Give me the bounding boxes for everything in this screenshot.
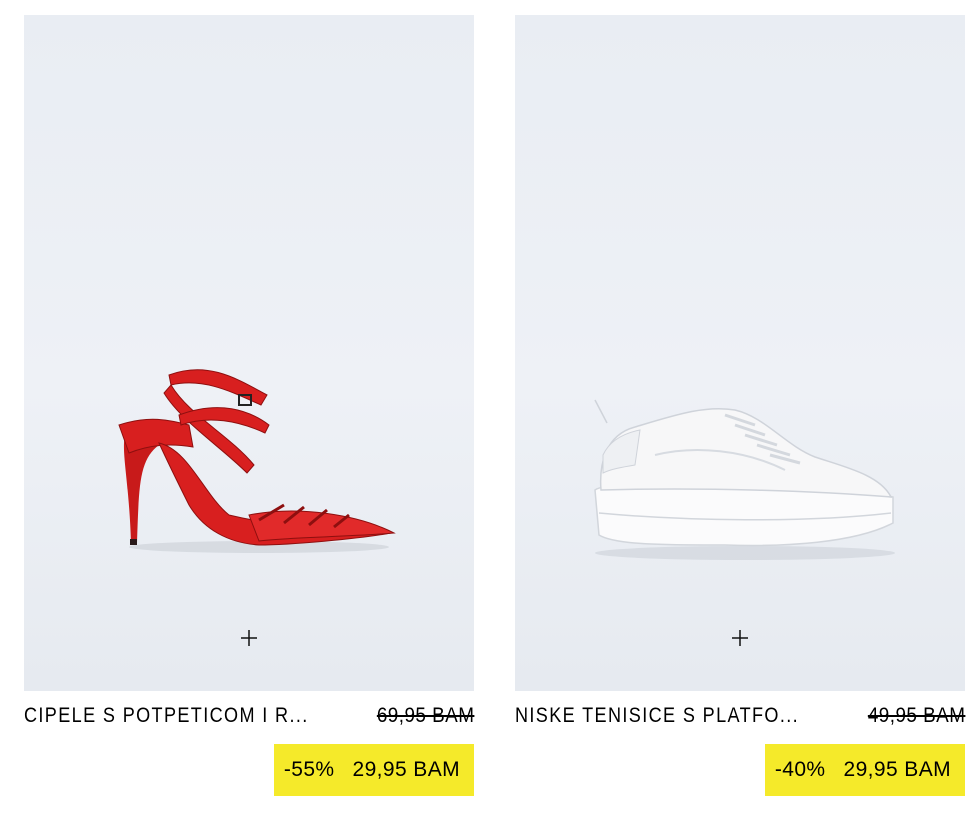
discount-percent: -40% bbox=[774, 758, 826, 781]
add-to-cart-button[interactable] bbox=[728, 626, 752, 650]
sale-price-badge: -55% 29,95 BAM bbox=[273, 744, 474, 796]
product-grid: CIPELE S POTPETICOM I R... 69,95 BAM -55… bbox=[0, 0, 976, 816]
plus-icon bbox=[241, 630, 257, 646]
product-name[interactable]: CIPELE S POTPETICOM I R... bbox=[24, 704, 309, 728]
add-to-cart-button[interactable] bbox=[237, 626, 261, 650]
product-image[interactable] bbox=[515, 15, 965, 691]
product-name[interactable]: NISKE TENISICE S PLATFO... bbox=[515, 704, 799, 728]
product-card[interactable]: NISKE TENISICE S PLATFO... 49,95 BAM -40… bbox=[515, 15, 965, 796]
original-price: 49,95 BAM bbox=[867, 704, 965, 727]
product-info: NISKE TENISICE S PLATFO... 49,95 BAM bbox=[515, 704, 965, 730]
sale-price: 29,95 BAM bbox=[352, 758, 460, 781]
white-sneaker-image bbox=[594, 399, 895, 560]
discount-percent: -55% bbox=[283, 758, 335, 781]
product-info: CIPELE S POTPETICOM I R... 69,95 BAM bbox=[24, 704, 474, 730]
sale-price-badge: -40% 29,95 BAM bbox=[764, 744, 965, 796]
product-image[interactable] bbox=[24, 15, 474, 691]
red-heel-shoe-image bbox=[118, 369, 396, 553]
product-card[interactable]: CIPELE S POTPETICOM I R... 69,95 BAM -55… bbox=[24, 15, 474, 796]
sale-price: 29,95 BAM bbox=[843, 758, 951, 781]
plus-icon bbox=[732, 630, 748, 646]
original-price: 69,95 BAM bbox=[376, 704, 474, 727]
